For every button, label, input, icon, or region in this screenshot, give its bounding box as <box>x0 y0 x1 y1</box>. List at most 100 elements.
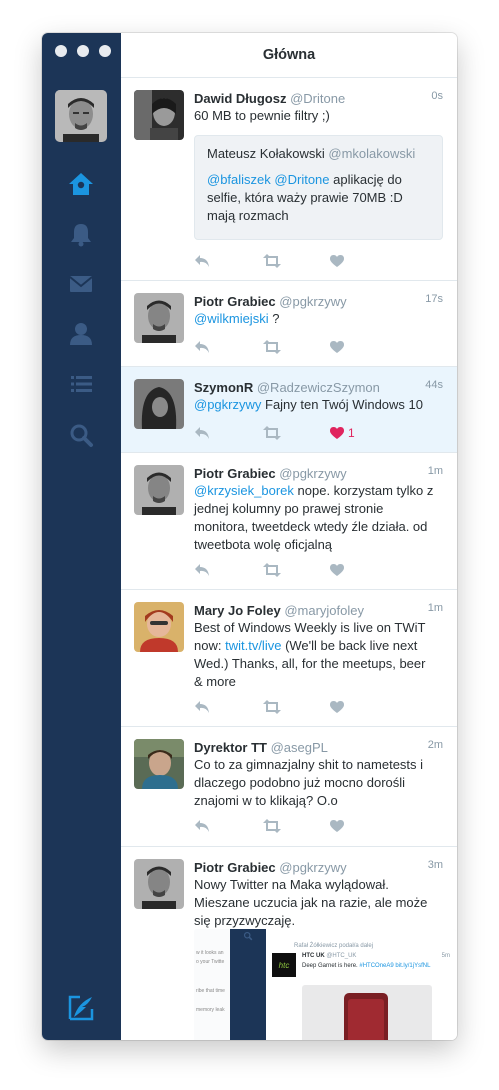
avatar[interactable] <box>134 859 184 909</box>
tweet-time[interactable]: 2m <box>428 739 443 751</box>
mention-link[interactable]: @pgkrzywy <box>194 397 261 412</box>
timeline-column: Główna Dawid Długosz @Dritone 0s 60 MB t… <box>121 33 457 1040</box>
nav-home[interactable] <box>66 169 96 199</box>
tweet[interactable]: Piotr Grabiec @pgkrzywy 17s @wilkmiejski… <box>121 281 457 367</box>
reply-icon <box>195 255 209 267</box>
compose-button[interactable] <box>66 993 96 1023</box>
retweet-button[interactable] <box>262 563 330 577</box>
nav-messages[interactable] <box>66 269 96 299</box>
text-line: Co to za gimnazjalny shit to nametests i <box>194 757 424 772</box>
image-time: 5m <box>441 953 450 959</box>
tweet[interactable]: Mary Jo Foley @maryjofoley 1m Best of Wi… <box>121 590 457 727</box>
reply-button[interactable] <box>194 563 262 577</box>
avatar[interactable] <box>134 90 184 140</box>
author-handle[interactable]: @pgkrzywy <box>279 860 346 875</box>
image-text: memory leak <box>196 1007 225 1013</box>
reply-button[interactable] <box>194 426 262 440</box>
sidebar <box>42 33 121 1040</box>
nav-notifications[interactable] <box>66 219 96 249</box>
like-button[interactable] <box>330 563 398 577</box>
mention-link[interactable]: @krzysiek_borek <box>194 483 294 498</box>
like-button[interactable]: 1 <box>330 426 398 440</box>
retweet-button[interactable] <box>262 340 330 354</box>
like-button[interactable] <box>330 700 398 714</box>
text-line: monitora, tweetdeck wtedy źle działa. od <box>194 519 428 534</box>
heart-icon <box>330 254 344 267</box>
tweet-text: @krzysiek_borek nope. korzystam tylko z … <box>194 482 443 554</box>
author-handle[interactable]: @maryjofoley <box>284 603 364 618</box>
tweet-time[interactable]: 44s <box>425 379 443 391</box>
tweet[interactable]: Dawid Długosz @Dritone 0s 60 MB to pewni… <box>121 78 457 281</box>
like-button[interactable] <box>330 340 398 354</box>
tweet-image[interactable]: w it looks an o your Twitte ribe that ti… <box>194 929 456 1040</box>
author-name[interactable]: Piotr Grabiec <box>194 466 276 481</box>
tweet-actions <box>194 698 398 716</box>
author-handle[interactable]: @asegPL <box>271 740 328 755</box>
author-handle[interactable]: @Dritone <box>290 91 345 106</box>
image-author-name: HTC UK <box>302 953 325 959</box>
mention-link[interactable]: @wilkmiejski <box>194 311 269 326</box>
tweet-time[interactable]: 17s <box>425 293 443 305</box>
tweet-time[interactable]: 0s <box>431 90 443 102</box>
image-tweet-pane: Rafał Żółkiewicz podał/a dalej htc HTC U… <box>266 929 456 1040</box>
tweet-time[interactable]: 1m <box>428 465 443 477</box>
avatar[interactable] <box>134 602 184 652</box>
reply-icon <box>195 820 209 832</box>
quoted-tweet[interactable]: Mateusz Kołakowski @mkolakowski @bfalisz… <box>194 135 443 240</box>
retweet-button[interactable] <box>262 254 330 268</box>
text-line: znajomi w to klikają? O.o <box>194 793 338 808</box>
profile-avatar[interactable] <box>55 90 107 142</box>
phone-photo <box>302 985 432 1040</box>
text-line: dlaczego podobno już mocno dorośli <box>194 775 406 790</box>
mention-link[interactable]: @Dritone <box>274 172 329 187</box>
reply-button[interactable] <box>194 819 262 833</box>
author-handle[interactable]: @pgkrzywy <box>279 466 346 481</box>
avatar[interactable] <box>134 293 184 343</box>
reply-button[interactable] <box>194 700 262 714</box>
text-line: tweetbota wolę oficjalną <box>194 537 333 552</box>
image-retweet-note: Rafał Żółkiewicz podał/a dalej <box>294 943 374 949</box>
author-name[interactable]: Dyrektor TT <box>194 740 267 755</box>
avatar[interactable] <box>134 465 184 515</box>
window-controls <box>55 45 111 57</box>
text-line: jednej kolumny po prawej stronie <box>194 501 384 516</box>
zoom-window-button[interactable] <box>99 45 111 57</box>
like-button[interactable] <box>330 254 398 268</box>
author-handle[interactable]: @pgkrzywy <box>279 294 346 309</box>
mention-link[interactable]: @bfaliszek <box>207 172 271 187</box>
reply-button[interactable] <box>194 254 262 268</box>
tweet[interactable]: Dyrektor TT @asegPL 2m Co to za gimnazja… <box>121 727 457 847</box>
reply-button[interactable] <box>194 340 262 354</box>
author-name[interactable]: Piotr Grabiec <box>194 294 276 309</box>
heart-icon <box>330 700 344 713</box>
retweet-button[interactable] <box>262 819 330 833</box>
retweet-icon <box>263 819 281 833</box>
like-button[interactable] <box>330 819 398 833</box>
lists-icon <box>71 376 92 392</box>
tweet-time[interactable]: 3m <box>428 859 443 871</box>
search-icon <box>70 424 93 447</box>
tweet-time[interactable]: 1m <box>428 602 443 614</box>
nav-lists[interactable] <box>66 369 96 399</box>
author-name[interactable]: Piotr Grabiec <box>194 860 276 875</box>
close-window-button[interactable] <box>55 45 67 57</box>
retweet-button[interactable] <box>262 426 330 440</box>
tweet[interactable]: SzymonR @RadzewiczSzymon 44s @pgkrzywy F… <box>121 367 457 453</box>
tweet[interactable]: Piotr Grabiec @pgkrzywy 1m @krzysiek_bor… <box>121 453 457 590</box>
tweet-text: Best of Windows Weekly is live on TWiT n… <box>194 619 443 691</box>
image-sidebar <box>230 929 266 1040</box>
url-link[interactable]: twit.tv/live <box>225 638 281 653</box>
author-handle[interactable]: @RadzewiczSzymon <box>257 380 380 395</box>
tweet[interactable]: Piotr Grabiec @pgkrzywy 3m Nowy Twitter … <box>121 847 457 1040</box>
compose-tweet-icon <box>68 995 94 1021</box>
avatar[interactable] <box>134 379 184 429</box>
minimize-window-button[interactable] <box>77 45 89 57</box>
author-name[interactable]: SzymonR <box>194 380 253 395</box>
nav-profile[interactable] <box>66 319 96 349</box>
author-name[interactable]: Dawid Długosz <box>194 91 286 106</box>
avatar[interactable] <box>134 739 184 789</box>
retweet-button[interactable] <box>262 700 330 714</box>
author-name[interactable]: Mary Jo Foley <box>194 603 281 618</box>
nav-search[interactable] <box>66 420 96 450</box>
notifications-bell-icon <box>71 224 91 247</box>
